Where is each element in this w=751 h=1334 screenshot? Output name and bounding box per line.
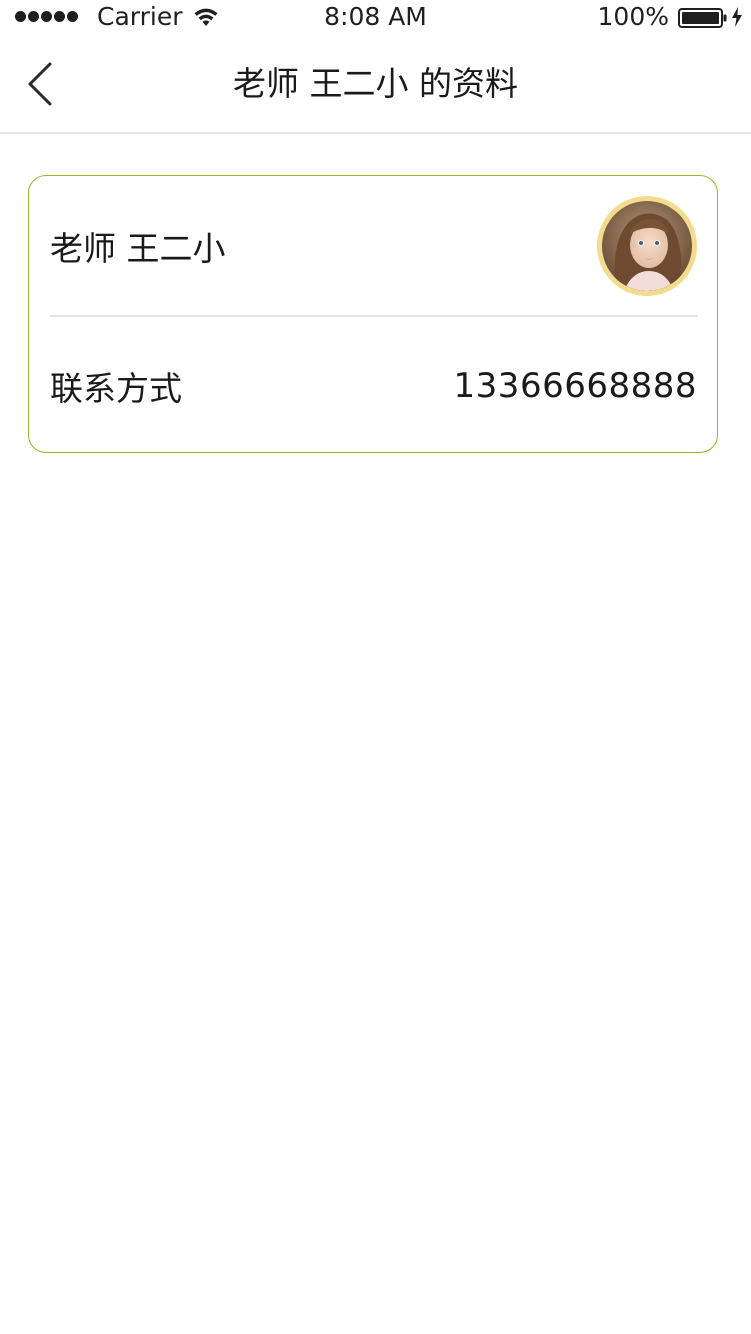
- avatar-photo: [602, 201, 692, 291]
- contact-phone[interactable]: 13366668888: [454, 317, 697, 454]
- contact-row[interactable]: 联系方式 13366668888: [50, 317, 697, 454]
- back-button[interactable]: [24, 58, 60, 110]
- teacher-name: 老师 王二小: [50, 229, 226, 268]
- status-bar: Carrier 8:08 AM 100%: [0, 0, 751, 36]
- battery-percent: 100%: [597, 2, 669, 31]
- chevron-left-icon: [28, 62, 52, 106]
- name-row: 老师 王二小: [50, 176, 697, 316]
- profile-card: 老师 王二小 联系方式 13366668888: [28, 175, 718, 453]
- nav-bar: 老师 王二小 的资料: [0, 36, 751, 134]
- contact-label: 联系方式: [50, 368, 182, 408]
- avatar[interactable]: [597, 196, 697, 296]
- page-title: 老师 王二小 的资料: [233, 64, 518, 103]
- charging-bolt-icon: [731, 6, 743, 28]
- battery-full-icon: [678, 8, 728, 28]
